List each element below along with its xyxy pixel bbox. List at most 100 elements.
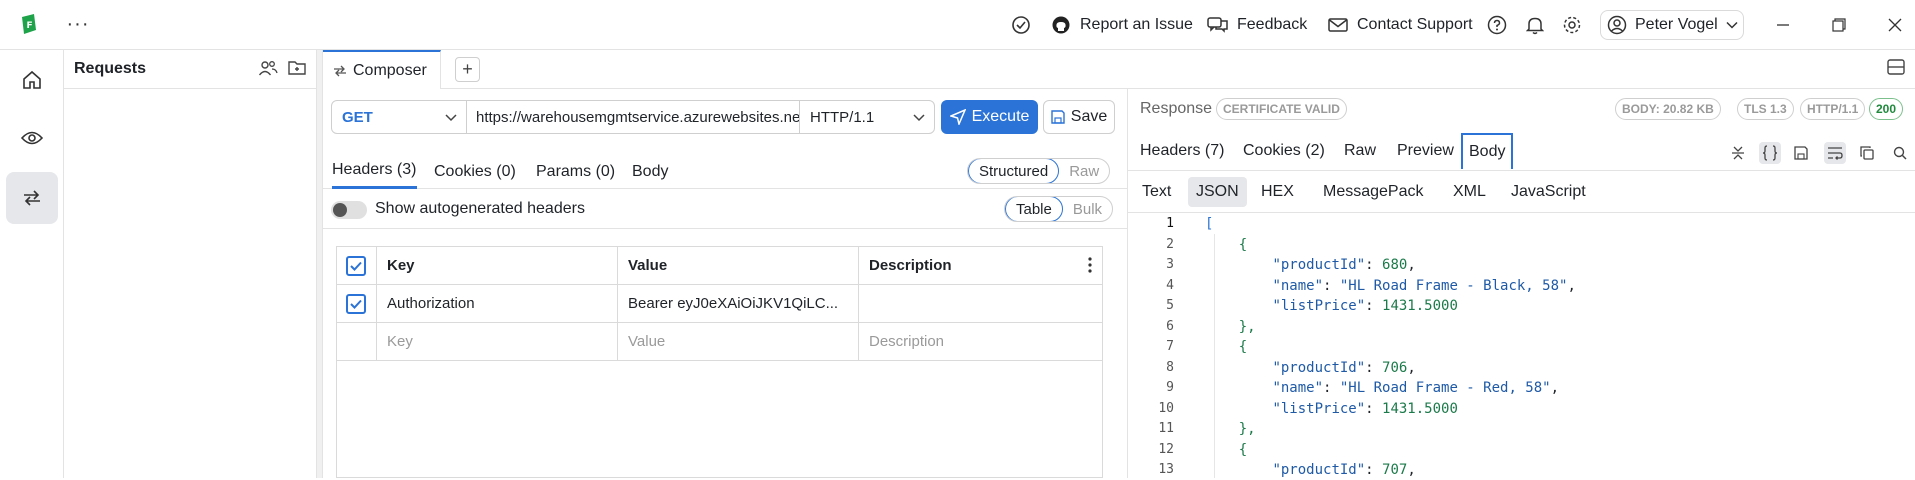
execute-button[interactable]: Execute	[941, 100, 1038, 134]
maximize-window-button[interactable]	[1826, 12, 1852, 38]
notifications-button[interactable]	[1524, 12, 1546, 38]
add-tab-button[interactable]: +	[455, 57, 480, 82]
format-xml[interactable]: XML	[1445, 177, 1494, 207]
table-row: Authorization Bearer eyJ0eXAiOiJKV1QiLC.…	[337, 285, 1102, 323]
response-format-tabs: Text JSON HEX MessagePack XML JavaScript	[1128, 171, 1915, 213]
requests-header: Requests	[64, 50, 316, 89]
tab-response-headers-label: Headers (7)	[1140, 142, 1225, 159]
line-number: 13	[1158, 462, 1174, 477]
contact-support-button[interactable]: Contact Support	[1327, 12, 1473, 38]
format-javascript[interactable]: JavaScript	[1503, 177, 1594, 207]
new-key-input[interactable]: Key	[377, 323, 618, 360]
share-users-icon[interactable]	[258, 59, 278, 77]
requests-nav-button[interactable]	[6, 172, 58, 224]
header-value-cell[interactable]: Bearer eyJ0eXAiOiJKV1QiLC...	[618, 285, 859, 322]
report-issue-button[interactable]: Report an Issue	[1050, 12, 1193, 38]
close-window-button[interactable]	[1882, 12, 1908, 38]
url-value: https://warehousemgmtservice.azurewebsit…	[476, 108, 800, 126]
help-button[interactable]	[1486, 12, 1508, 38]
select-all-checkbox[interactable]	[346, 255, 366, 276]
composer-panel: GET https://warehousemgmtservice.azurewe…	[323, 89, 1128, 478]
line-number: 6	[1166, 318, 1174, 334]
execute-label: Execute	[971, 108, 1030, 125]
tab-headers-label: Headers (3)	[332, 161, 417, 178]
tab-cookies[interactable]: Cookies (0)	[434, 154, 516, 189]
format-text[interactable]: Text	[1134, 177, 1179, 207]
app-logo: F	[20, 14, 38, 34]
home-nav-button[interactable]	[6, 54, 58, 106]
tab-params[interactable]: Params (0)	[536, 154, 615, 189]
code-line: 1[	[1128, 214, 1915, 234]
feedback-label: Feedback	[1237, 16, 1308, 33]
response-code-editor[interactable]: 1[2 {3 "productId": 680, 4 "name": "HL Ro…	[1128, 214, 1915, 478]
minimize-window-button[interactable]	[1770, 12, 1796, 38]
header-description-cell[interactable]	[859, 285, 1102, 322]
tab-params-label: Params (0)	[536, 162, 616, 180]
line-number: 11	[1158, 421, 1174, 436]
user-avatar-icon	[1607, 15, 1627, 35]
autogen-headers-toggle[interactable]	[331, 201, 367, 219]
tab-response-body[interactable]: Body	[1461, 133, 1514, 169]
code-text: {	[1238, 236, 1248, 253]
feedback-button[interactable]: Feedback	[1207, 12, 1307, 38]
code-line: 13 "productId": 707,	[1128, 460, 1915, 480]
code-line: 4 "name": "HL Road Frame - Black, 58",	[1128, 276, 1915, 296]
row-checkbox-cell-empty	[337, 323, 377, 360]
save-response-icon[interactable]	[1790, 142, 1812, 164]
structured-option[interactable]: Structured	[968, 159, 1060, 183]
eye-icon	[21, 130, 43, 146]
header-key-cell[interactable]: Authorization	[377, 285, 618, 322]
code-line: 12 {	[1128, 440, 1915, 460]
requests-title: Requests	[74, 60, 147, 77]
tab-response-preview[interactable]: Preview	[1391, 133, 1460, 169]
document-tabs-bar: Composer +	[323, 50, 1915, 89]
new-value-input[interactable]: Value	[618, 323, 859, 360]
format-messagepack[interactable]: MessagePack	[1315, 177, 1432, 207]
method-select[interactable]: GET	[331, 100, 467, 134]
url-input[interactable]: https://warehousemgmtservice.azurewebsit…	[466, 100, 800, 134]
bulk-option[interactable]: Bulk	[1063, 197, 1112, 221]
collapse-all-icon[interactable]	[1727, 142, 1749, 164]
row-checkbox[interactable]	[346, 293, 366, 314]
http-version-badge: HTTP/1.1	[1800, 98, 1866, 120]
code-text: "listPrice": 1431.5000	[1272, 298, 1458, 314]
word-wrap-icon[interactable]	[1824, 142, 1846, 164]
headers-table: Key Value Description Authorization Bear…	[336, 246, 1103, 478]
tab-composer-label: Composer	[353, 61, 427, 79]
line-number: 7	[1166, 339, 1174, 354]
top-bar: F ··· Report an Issue Feedback Contact S…	[0, 0, 1915, 50]
copy-icon[interactable]	[1856, 142, 1878, 164]
http-version-select[interactable]: HTTP/1.1	[799, 100, 935, 134]
code-text: {	[1238, 441, 1248, 458]
new-folder-icon[interactable]	[288, 59, 306, 77]
tab-response-raw[interactable]: Raw	[1338, 133, 1382, 169]
table-option[interactable]: Table	[1005, 197, 1063, 221]
tab-composer[interactable]: Composer	[323, 50, 441, 89]
tab-body[interactable]: Body	[632, 154, 668, 189]
table-header-row: Key Value Description	[337, 247, 1102, 285]
monitor-nav-button[interactable]	[6, 112, 58, 164]
requests-panel: Requests	[64, 50, 317, 478]
braces-format-icon[interactable]	[1759, 142, 1781, 164]
chevron-down-icon	[912, 110, 926, 124]
new-description-input[interactable]: Description	[859, 323, 1102, 360]
kebab-menu-icon[interactable]	[1088, 257, 1092, 273]
line-number: 12	[1158, 441, 1174, 457]
raw-option[interactable]: Raw	[1059, 159, 1109, 183]
tab-response-cookies[interactable]: Cookies (2)	[1237, 133, 1331, 169]
format-hex[interactable]: HEX	[1253, 177, 1302, 207]
tab-response-headers[interactable]: Headers (7)	[1134, 133, 1230, 169]
check-status-button[interactable]	[1010, 12, 1032, 38]
row-checkbox-cell	[337, 285, 377, 322]
user-menu-button[interactable]: Peter Vogel	[1600, 10, 1744, 40]
report-issue-label: Report an Issue	[1080, 16, 1193, 33]
tab-headers[interactable]: Headers (3)	[332, 154, 417, 189]
save-button[interactable]: Save	[1043, 100, 1115, 134]
search-icon[interactable]	[1889, 142, 1911, 164]
settings-button[interactable]	[1561, 12, 1583, 38]
more-menu-icon[interactable]: ···	[66, 12, 90, 36]
format-json[interactable]: JSON	[1188, 177, 1247, 207]
toggle-layout-button[interactable]	[1887, 59, 1905, 75]
code-line: 6 },	[1128, 317, 1915, 337]
mail-icon	[1327, 14, 1349, 36]
